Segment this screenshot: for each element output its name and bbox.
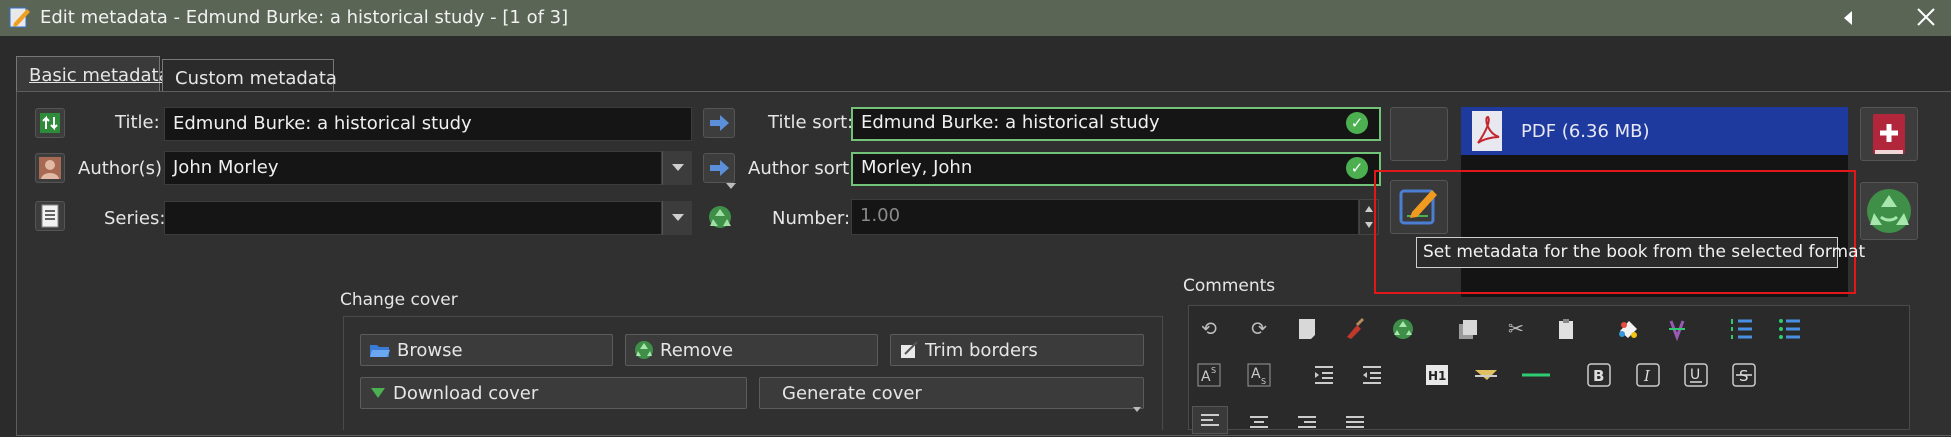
change-cover-heading: Change cover — [340, 290, 458, 310]
undo-icon[interactable]: ⟲ — [1195, 315, 1223, 343]
title-sort-label: Title sort: — [768, 112, 854, 133]
author-sort-label: Author sort: — [748, 158, 856, 179]
svg-text:B: B — [1593, 367, 1604, 385]
author-sort-input[interactable]: Morley, John — [851, 152, 1381, 186]
remove-cover-button[interactable]: Remove — [625, 334, 878, 366]
outdent-icon[interactable] — [1358, 361, 1386, 389]
cut-icon[interactable]: ✂ — [1502, 315, 1530, 343]
svg-text:A: A — [1251, 366, 1261, 382]
tab-basic-metadata[interactable]: Basic metadata — [16, 56, 170, 92]
comments-heading: Comments — [1183, 276, 1276, 296]
ordered-list-icon[interactable] — [1728, 315, 1756, 343]
authors-dropdown-button[interactable] — [662, 151, 692, 185]
text-color-icon[interactable] — [1663, 315, 1691, 343]
underline-icon[interactable]: U — [1682, 361, 1710, 389]
italic-icon[interactable]: I — [1634, 361, 1662, 389]
trim-icon — [899, 340, 919, 360]
svg-text:U: U — [1690, 367, 1700, 383]
remove-format-button[interactable] — [1860, 182, 1918, 240]
svg-text:S: S — [1739, 367, 1749, 385]
trim-borders-button[interactable]: Trim borders — [890, 334, 1144, 366]
paste-icon[interactable] — [1552, 315, 1580, 343]
trash-icon — [634, 340, 654, 360]
authors-input[interactable]: John Morley — [164, 151, 662, 185]
unordered-list-icon[interactable] — [1776, 315, 1804, 343]
author-sort-menu-icon[interactable] — [725, 175, 737, 189]
browse-cover-button[interactable]: Browse — [360, 334, 613, 366]
swap-title-author-button[interactable] — [35, 108, 65, 138]
window-title: Edit metadata - Edmund Burke: a historic… — [40, 7, 569, 28]
svg-text:I: I — [1643, 367, 1651, 385]
copy-icon[interactable] — [1454, 315, 1482, 343]
title-label: Title: — [115, 112, 160, 133]
add-format-button[interactable] — [1860, 107, 1918, 161]
subscript-icon[interactable]: AS — [1245, 361, 1273, 389]
remove-icon[interactable] — [1389, 315, 1417, 343]
cover-placeholder-button[interactable] — [1390, 107, 1448, 161]
indent-icon[interactable] — [1310, 361, 1338, 389]
align-right-icon[interactable] — [1293, 409, 1321, 437]
collapse-arrow-icon[interactable] — [1838, 8, 1858, 28]
align-justify-icon[interactable] — [1341, 409, 1369, 437]
folder-icon — [369, 341, 391, 359]
pdf-icon — [1469, 109, 1509, 153]
generate-cover-menu-icon[interactable] — [1132, 398, 1142, 412]
download-cover-button[interactable]: Download cover — [360, 377, 747, 409]
insert-link-icon[interactable] — [1472, 361, 1500, 389]
clear-formatting-icon[interactable] — [1341, 315, 1369, 343]
number-label: Number: — [772, 208, 851, 229]
download-arrow-icon — [369, 385, 387, 401]
authors-label: Author(s): — [78, 158, 169, 179]
tooltip: Set metadata for the book from the selec… — [1416, 237, 1865, 268]
heading-icon[interactable]: H1 — [1423, 361, 1451, 389]
svg-text:S: S — [1261, 377, 1266, 386]
series-label: Series: — [104, 208, 166, 229]
author-sort-ok-icon: ✓ — [1346, 157, 1368, 179]
align-center-icon[interactable] — [1245, 409, 1273, 437]
clear-series-button[interactable] — [705, 202, 735, 232]
bold-icon[interactable]: B — [1585, 361, 1613, 389]
title-sort-ok-icon: ✓ — [1346, 112, 1368, 134]
format-item-pdf[interactable]: PDF (6.36 MB) — [1461, 107, 1848, 155]
series-manage-button[interactable] — [35, 201, 65, 231]
generate-cover-button[interactable]: Generate cover — [759, 377, 1144, 409]
redo-icon[interactable]: ⟳ — [1245, 315, 1273, 343]
title-sort-input[interactable]: Edmund Burke: a historical study — [851, 107, 1381, 141]
format-item-label: PDF (6.36 MB) — [1521, 120, 1650, 142]
background-color-icon[interactable] — [1615, 315, 1643, 343]
series-dropdown-button[interactable] — [662, 201, 692, 235]
title-sort-copy-button[interactable] — [703, 108, 735, 138]
highlight-box — [1374, 170, 1856, 294]
horizontal-rule-icon[interactable] — [1522, 361, 1550, 389]
title-input[interactable]: Edmund Burke: a historical study — [164, 107, 692, 141]
series-number-input[interactable]: 1.00 — [851, 199, 1359, 235]
strikethrough-icon[interactable]: S — [1730, 361, 1758, 389]
series-input[interactable] — [164, 201, 662, 235]
svg-text:S: S — [1211, 366, 1216, 375]
author-manage-button[interactable] — [35, 153, 65, 183]
svg-text:H1: H1 — [1428, 369, 1446, 383]
edit-metadata-icon — [8, 5, 32, 29]
paste-plain-icon[interactable] — [1293, 315, 1321, 343]
close-icon[interactable] — [1915, 6, 1937, 28]
svg-text:A: A — [1201, 369, 1211, 385]
superscript-icon[interactable]: AS — [1195, 361, 1223, 389]
tab-custom-metadata[interactable]: Custom metadata — [162, 59, 337, 92]
